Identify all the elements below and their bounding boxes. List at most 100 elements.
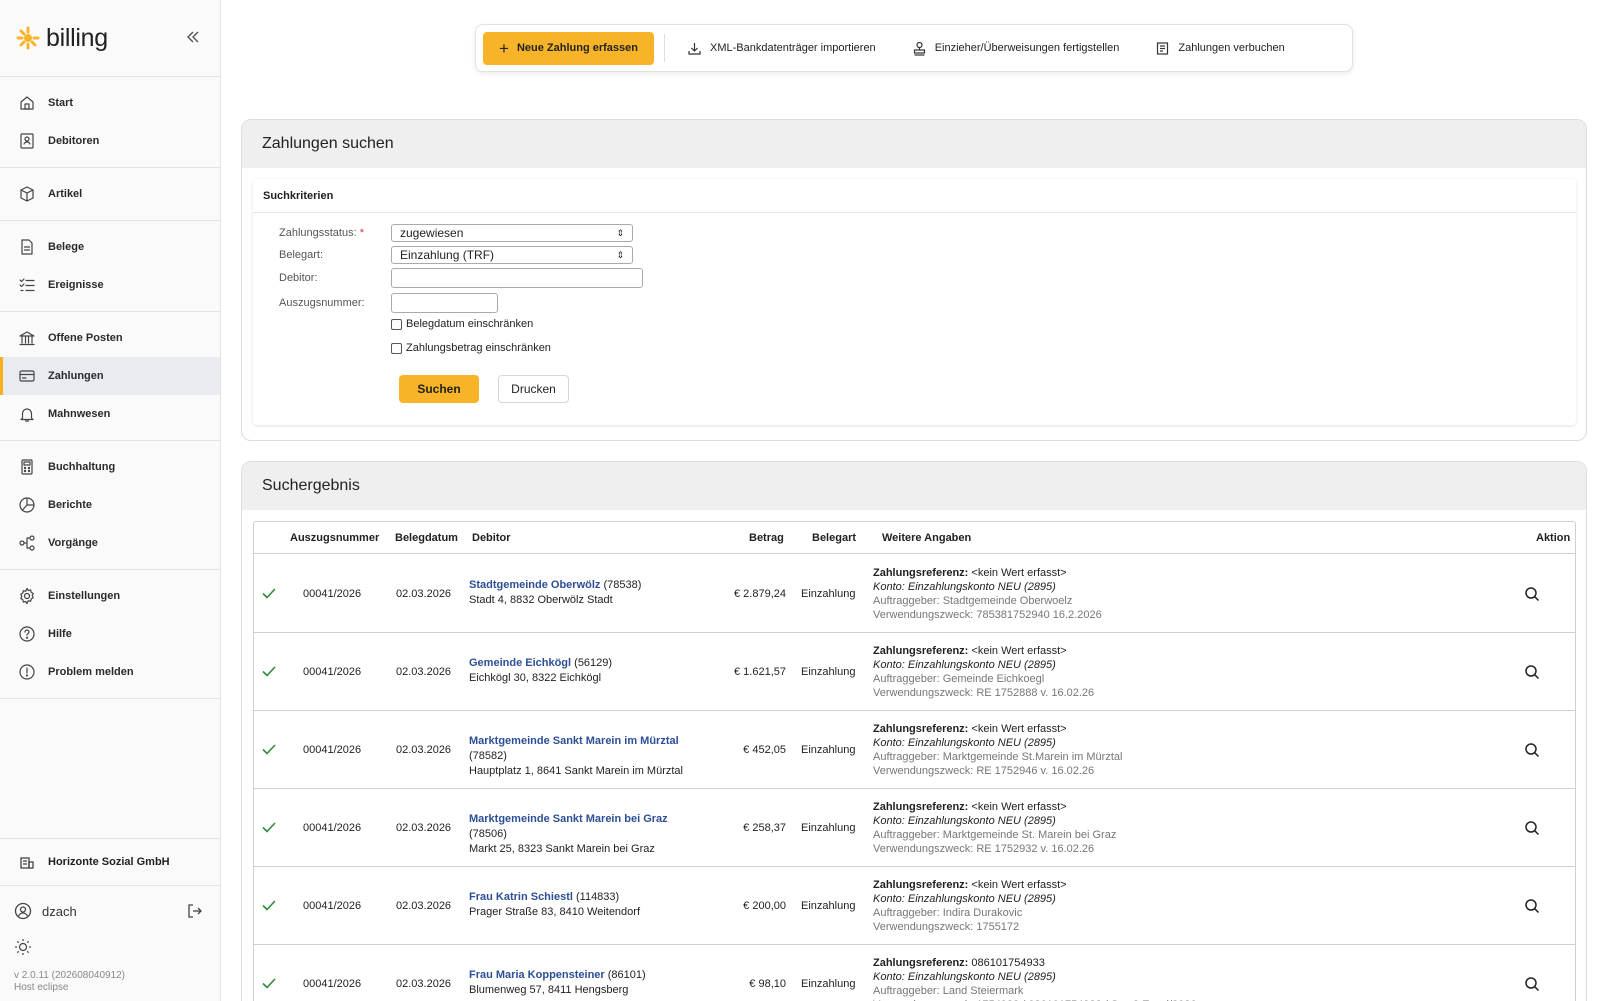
sidebar-item-label: Artikel [48,188,83,200]
verwendungszweck-text: Verwendungszweck: RE 1752932 v. 16.02.26 [873,843,1095,855]
finish-transfers-button[interactable]: Einzieher/Überweisungen fertigstellen [900,32,1132,65]
nav-group: Offene Posten Zahlungen Mahnwesen [0,312,220,441]
belegart-select[interactable]: Einzahlung (TRF) ⇕ [391,246,633,264]
search-icon[interactable] [1523,819,1541,837]
sidebar-item-label: Hilfe [48,628,72,640]
sidebar-item-debitoren[interactable]: Debitoren [0,122,220,160]
debitor-link[interactable]: Marktgemeinde Sankt Marein bei Graz [469,813,668,825]
col-weitere-angaben: Weitere Angaben [882,532,972,544]
sidebar-item-offene-posten[interactable]: Offene Posten [0,319,220,357]
organization-switcher[interactable]: Horizonte Sozial GmbH [0,838,220,886]
sidebar-item-start[interactable]: Start [0,84,220,122]
table-row: 00041/2026 02.03.2026 Frau Maria Koppenste… [254,945,1575,1001]
table-row: 00041/2026 02.03.2026 Gemeinde Eichkögl (5… [254,633,1575,711]
col-belegart[interactable]: Belegart [812,532,856,544]
sidebar-nav: Start Debitoren Artikel Belege Ereignisse Off… [0,77,220,699]
auftraggeber-text: Auftraggeber: Indira Durakovic [873,907,1023,919]
konto-text: Konto: Einzahlungskonto NEU (2895) [873,581,1056,593]
sidebar-item-hilfe[interactable]: Hilfe [0,615,220,653]
sidebar-item-artikel[interactable]: Artikel [0,175,220,213]
debitor-input[interactable] [391,268,643,288]
nav-group: Einstellungen Hilfe Problem melden [0,570,220,699]
cell-auszugsnummer: 00041/2026 [303,978,362,990]
checklist-icon [18,276,36,294]
cell-betrag: € 98,10 [749,978,786,990]
logo-text: billing [46,23,108,52]
search-icon[interactable] [1523,975,1541,993]
debitor-link[interactable]: Gemeinde Eichkögl [469,657,571,669]
date-restrict-checkbox[interactable] [391,318,402,330]
cell-weitere-angaben: Zahlungsreferenz: <kein Wert erfasst> Kon… [873,800,1116,856]
debitor-label: Debitor: [279,272,318,284]
nav-group: Buchhaltung Berichte Vorgänge [0,441,220,570]
auszug-input[interactable] [391,293,498,313]
checkmark-icon [262,900,276,911]
import-xml-button[interactable]: XML-Bankdatenträger importieren [675,32,888,65]
app: billing Start Debitoren Artikel Belege Ereig… [0,0,1600,1001]
print-button[interactable]: Drucken [498,375,569,403]
debitor-link[interactable]: Stadtgemeinde Oberwölz [469,579,600,591]
search-icon[interactable] [1523,741,1541,759]
search-icon[interactable] [1523,897,1541,915]
cell-belegart: Einzahlung [801,666,856,678]
auftraggeber-text: Auftraggeber: Gemeinde Eichkoegl [873,673,1045,685]
sidebar-item-label: Problem melden [48,666,134,678]
col-debitor[interactable]: Debitor [472,532,511,544]
search-button[interactable]: Suchen [399,375,479,403]
sidebar-item-problem-melden[interactable]: Problem melden [0,653,220,691]
ref-value: <kein Wert erfasst> [971,723,1067,735]
debitor-link[interactable]: Frau Katrin Schiestl [469,891,573,903]
cell-betrag: € 452,05 [743,744,786,756]
calculator-icon [18,458,36,476]
nav-group: Belege Ereignisse [0,221,220,312]
search-icon[interactable] [1523,663,1541,681]
collapse-sidebar-icon[interactable] [184,28,202,46]
theme-toggle[interactable] [14,938,32,961]
sidebar-item-belege[interactable]: Belege [0,228,220,266]
date-restrict-label: Belegdatum einschränken [406,318,534,330]
gear-icon [18,587,36,605]
sidebar-item-vorgaenge[interactable]: Vorgänge [0,524,220,562]
sidebar-item-ereignisse[interactable]: Ereignisse [0,266,220,304]
verwendungszweck-text: Verwendungszweck: 785381752940 16.2.2026 [873,609,1102,621]
import-xml-label: XML-Bankdatenträger importieren [709,42,876,54]
nav-group: Start Debitoren [0,77,220,168]
search-icon[interactable] [1523,585,1541,603]
debitor-address: Stadt 4, 8832 Oberwölz Stadt [469,594,613,606]
cell-weitere-angaben: Zahlungsreferenz: 086101754933 Konto: Ein… [873,956,1197,1001]
sidebar-item-einstellungen[interactable]: Einstellungen [0,577,220,615]
cell-debitor: Marktgemeinde Sankt Marein im Mürztal (7… [469,734,704,779]
bank-icon [18,329,36,347]
cell-belegart: Einzahlung [801,588,856,600]
new-payment-button[interactable]: + Neue Zahlung erfassen [483,31,654,65]
cell-weitere-angaben: Zahlungsreferenz: <kein Wert erfasst> Kon… [873,644,1094,700]
sidebar-item-label: Mahnwesen [48,408,111,420]
sidebar-item-label: Start [48,97,74,109]
debitor-id: (78538) [603,579,642,591]
col-belegdatum[interactable]: Belegdatum [395,532,458,544]
ledger-icon [1157,41,1169,55]
belegart-select-value: Einzahlung (TRF) [400,248,495,262]
sidebar-item-berichte[interactable]: Berichte [0,486,220,524]
debitor-address: Markt 25, 8323 Sankt Marein bei Graz [469,843,655,855]
col-auszugsnummer[interactable]: Auszugsnummer [290,532,379,544]
status-select[interactable]: zugewiesen ⇕ [391,224,633,242]
col-betrag[interactable]: Betrag [749,532,784,544]
logout-icon[interactable] [186,902,204,920]
sidebar-item-buchhaltung[interactable]: Buchhaltung [0,448,220,486]
action-toolbar: + Neue Zahlung erfassen XML-Bankdatenträ… [475,24,1353,72]
sidebar-item-mahnwesen[interactable]: Mahnwesen [0,395,220,433]
logo-icon [16,26,40,50]
cell-auszugsnummer: 00041/2026 [303,744,362,756]
sidebar-item-zahlungen[interactable]: Zahlungen [0,357,220,395]
book-payments-button[interactable]: Zahlungen verbuchen [1143,32,1296,65]
debitor-id: (78506) [469,828,507,840]
amount-restrict-checkbox[interactable] [391,342,402,354]
home-icon [18,94,36,112]
status-label: Zahlungsstatus: * [279,227,364,239]
cell-debitor: Frau Maria Koppensteiner (86101) Blumenwe… [469,968,704,998]
sun-icon [15,939,31,955]
building-icon [18,853,36,871]
debitor-link[interactable]: Marktgemeinde Sankt Marein im Mürztal [469,735,679,747]
debitor-link[interactable]: Frau Maria Koppensteiner [469,969,605,981]
